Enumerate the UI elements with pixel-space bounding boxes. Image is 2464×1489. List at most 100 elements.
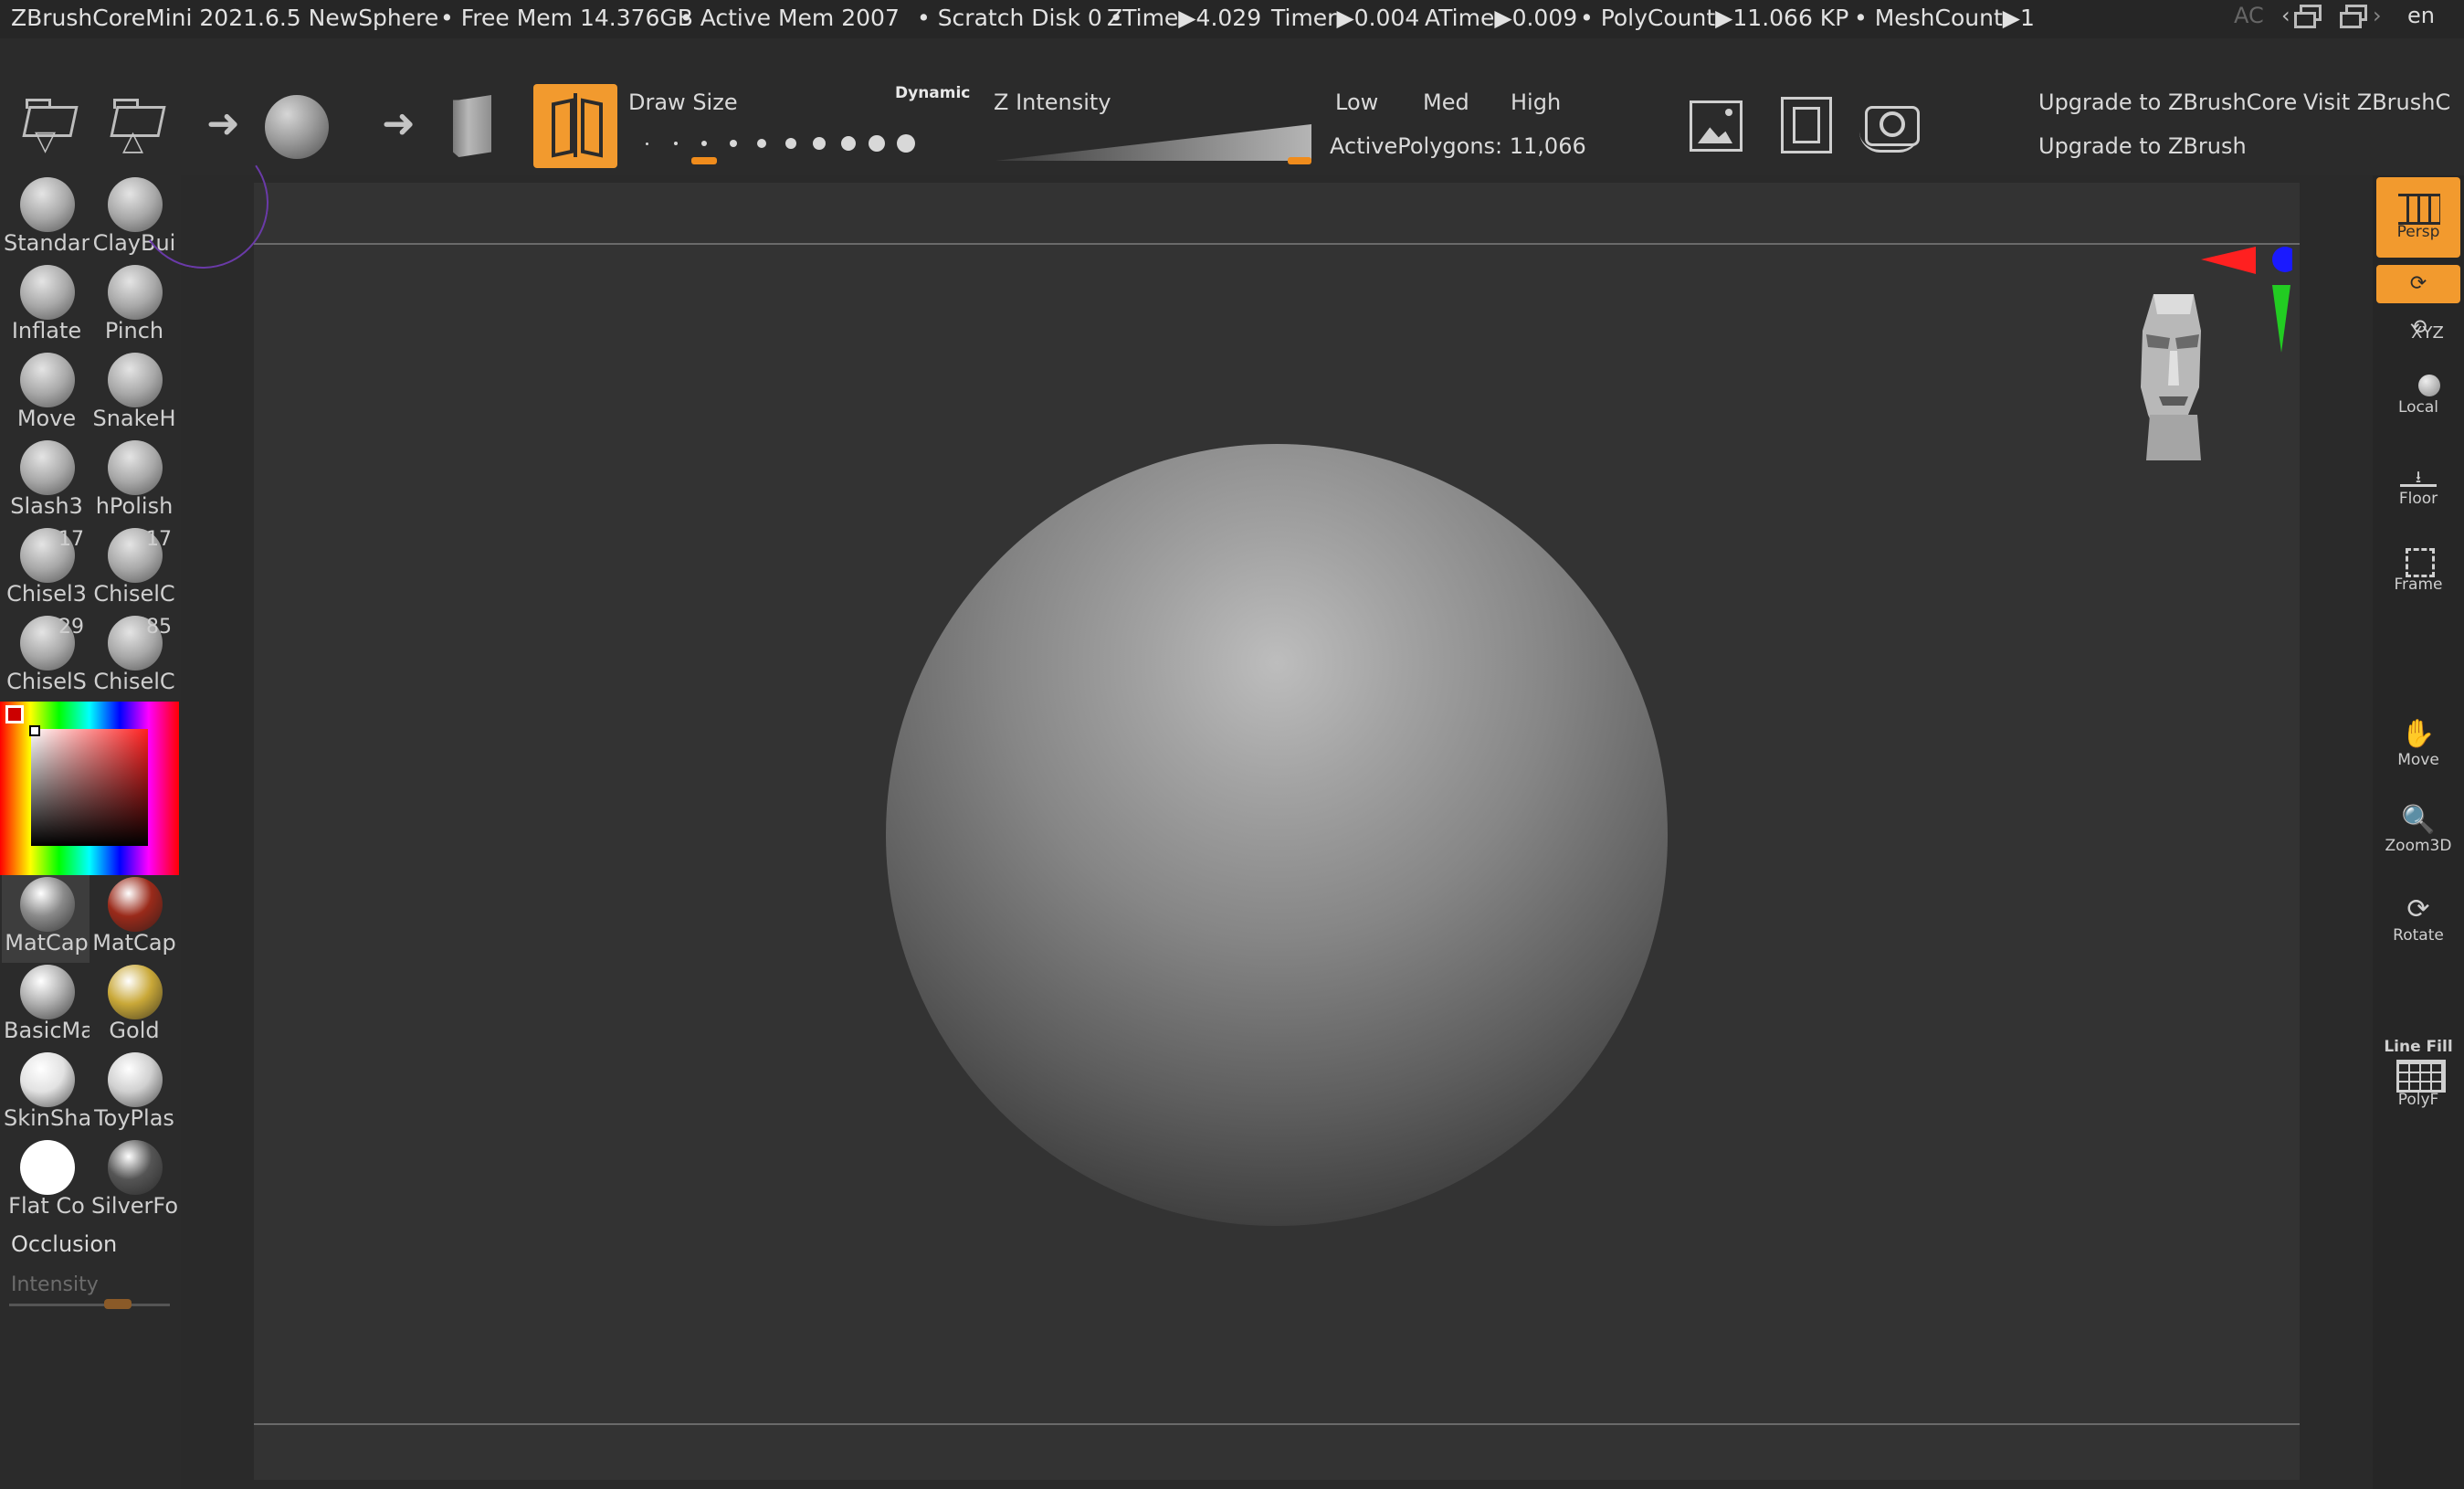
frame-button[interactable]: Frame: [2376, 544, 2460, 597]
brush-tile[interactable]: 29 ChiselS: [2, 614, 90, 702]
window-layout-alt-icon[interactable]: [2340, 5, 2367, 28]
document-frame-icon[interactable]: [1781, 97, 1832, 153]
material-tile[interactable]: ToyPlas: [90, 1051, 177, 1138]
brush-name: ChiselC: [93, 669, 175, 694]
timer: Timer▶0.004: [1271, 5, 1420, 31]
brush-tile[interactable]: Move: [2, 351, 90, 438]
material-tile[interactable]: SilverFo: [90, 1138, 177, 1226]
local-symmetry-button[interactable]: ⟳: [2376, 265, 2460, 303]
snapshot-camera-icon[interactable]: [1858, 95, 1923, 153]
local-button[interactable]: Local: [2376, 371, 2460, 422]
chevron-left-icon[interactable]: ‹: [2281, 3, 2290, 28]
gizmo-x-axis[interactable]: [2201, 247, 2256, 274]
color-picker[interactable]: [0, 702, 179, 875]
color-saturation-field[interactable]: [31, 729, 148, 846]
high-button[interactable]: High: [1511, 90, 1561, 115]
line-fill-label: Line Fill: [2384, 1038, 2453, 1056]
material-tile[interactable]: Flat Co: [2, 1138, 90, 1226]
draw-size-step[interactable]: [896, 134, 915, 153]
intensity-slider-handle[interactable]: [104, 1299, 132, 1309]
brush-count: 29: [58, 616, 84, 639]
upgrade-zbrush-link[interactable]: Upgrade to ZBrush: [2038, 133, 2247, 159]
window-layout-icon[interactable]: [2294, 5, 2322, 28]
rotate-view-button[interactable]: ⟳ Rotate: [2376, 893, 2460, 946]
med-button[interactable]: Med: [1423, 90, 1469, 115]
draw-size-step[interactable]: [869, 135, 885, 152]
material-thumbnail-icon: [108, 1052, 163, 1107]
xyz-label: XYZ: [2411, 323, 2444, 343]
intensity-slider[interactable]: [9, 1304, 170, 1306]
brush-tile[interactable]: Inflate: [2, 263, 90, 351]
gizmo-z-axis[interactable]: [2272, 247, 2292, 272]
brush-tile[interactable]: 17 ChiselC: [90, 526, 177, 614]
free-mem: • Free Mem 14.376GB: [440, 5, 693, 31]
material-tile[interactable]: MatCap: [90, 875, 177, 963]
brush-thumbnail-icon: [20, 177, 75, 232]
brush-tile[interactable]: Standar: [2, 175, 90, 263]
draw-size-handle[interactable]: [691, 157, 717, 164]
draw-size-step[interactable]: [673, 142, 678, 145]
polyframe-button[interactable]: Line Fill PolyF: [2376, 1038, 2460, 1111]
draw-size-step[interactable]: [784, 138, 796, 149]
brush-tile[interactable]: hPolish: [90, 438, 177, 526]
material-tile[interactable]: SkinSha: [2, 1051, 90, 1138]
brush-tile[interactable]: 85 ChiselC: [90, 614, 177, 702]
xyz-button[interactable]: ⟲ XYZ: [2376, 314, 2460, 351]
rotate-cycle-icon: ⟳: [2409, 272, 2427, 295]
persp-button[interactable]: Persp: [2376, 177, 2460, 258]
draw-size-step[interactable]: [645, 142, 648, 145]
image-icon[interactable]: [1690, 100, 1743, 152]
move-view-button[interactable]: ✋ Move: [2376, 718, 2460, 771]
draw-size-step[interactable]: [729, 140, 737, 147]
draw-size-step[interactable]: [813, 137, 826, 150]
material-tile[interactable]: Gold: [90, 963, 177, 1051]
main-color-swatch[interactable]: [5, 705, 24, 723]
visit-zbrush-link[interactable]: Visit ZBrushC: [2303, 90, 2450, 115]
draw-size-step[interactable]: [701, 141, 707, 146]
zoom3d-button[interactable]: 🔍 Zoom3D: [2376, 804, 2460, 857]
brush-count: 85: [146, 616, 172, 639]
material-tile[interactable]: MatCap: [2, 875, 90, 963]
document-top-border: [254, 243, 2300, 245]
symmetry-button[interactable]: [533, 84, 617, 168]
ztime: ZTime▶4.029: [1107, 5, 1262, 31]
save-arrow-icon: △: [122, 125, 144, 157]
status-bar: ZBrushCoreMini 2021.6.5 NewSphere • Free…: [0, 0, 2464, 38]
brush-name: Standar: [4, 230, 90, 256]
cube-tool-icon[interactable]: [453, 95, 491, 157]
arrow-right-icon-2: ➜: [382, 100, 416, 147]
occlusion-button[interactable]: Occlusion: [11, 1231, 117, 1257]
frame-label: Frame: [2394, 576, 2443, 594]
brush-name: SnakeH: [92, 406, 176, 431]
floor-button[interactable]: ⭳ Floor: [2376, 466, 2460, 512]
material-tile[interactable]: BasicMa: [2, 963, 90, 1051]
draw-size-step[interactable]: [840, 136, 856, 151]
material-thumbnail-icon: [20, 965, 75, 1019]
brush-thumbnail-icon: [108, 265, 163, 320]
color-cursor[interactable]: [29, 725, 40, 736]
chevron-right-icon[interactable]: ›: [2373, 3, 2382, 28]
brush-tile[interactable]: Slash3: [2, 438, 90, 526]
material-name: Flat Co: [8, 1193, 85, 1219]
brush-tile[interactable]: 17 Chisel3: [2, 526, 90, 614]
brush-tile[interactable]: SnakeH: [90, 351, 177, 438]
gizmo-y-axis[interactable]: [2272, 285, 2290, 353]
sphere-mesh[interactable]: [886, 444, 1668, 1226]
z-intensity-handle[interactable]: [1288, 157, 1311, 164]
draw-size-step[interactable]: [757, 139, 766, 148]
dynamic-toggle[interactable]: Dynamic: [895, 84, 970, 102]
axis-gizmo[interactable]: [2192, 234, 2292, 353]
upgrade-zbrushcore-link[interactable]: Upgrade to ZBrushCore: [2038, 90, 2297, 115]
zoom-icon: 🔍: [2401, 804, 2436, 836]
low-button[interactable]: Low: [1335, 90, 1378, 115]
brush-name: ChiselC: [93, 581, 175, 607]
material-name: MatCap: [92, 930, 176, 956]
material-thumbnail-icon: [20, 1140, 75, 1195]
brush-tile[interactable]: Pinch: [90, 263, 177, 351]
material-thumbnail-icon: [20, 1052, 75, 1107]
language-button[interactable]: en: [2407, 3, 2435, 28]
sphere-tool-icon[interactable]: [265, 95, 329, 159]
ac-label[interactable]: AC: [2234, 3, 2264, 28]
load-arrow-icon: ▽: [35, 125, 57, 157]
material-name: ToyPlas: [94, 1105, 174, 1131]
